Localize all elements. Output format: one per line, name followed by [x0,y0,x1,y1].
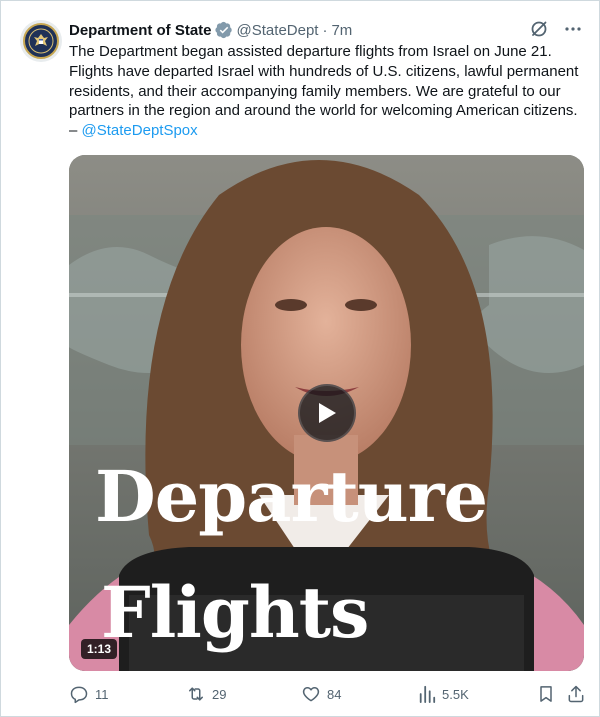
author-name[interactable]: Department of State [69,22,212,39]
more-options-icon[interactable] [563,19,583,39]
tweet-timestamp[interactable]: 7m [331,22,352,39]
view-count: 5.5K [442,686,469,702]
reply-icon [70,686,88,704]
verified-badge-icon[interactable] [214,21,233,39]
bookmark-button[interactable] [536,681,556,707]
video-player[interactable]: Departure Flights 1:13 [69,155,584,671]
analytics-icon [419,685,436,703]
video-overlay-title-line1: Departure [95,455,488,538]
video-overlay-title-line2: Flights [101,571,369,654]
share-icon [568,685,584,703]
repost-count: 29 [212,686,227,702]
grok-icon[interactable] [529,19,549,39]
reply-count: 11 [95,686,109,702]
views-button[interactable]: 5.5K [418,681,469,707]
author-avatar[interactable] [20,20,62,62]
tweet-actions: 11 29 84 5.5K [69,681,589,707]
tweet-header: Department of State @StateDept · 7m [69,20,352,40]
author-handle[interactable]: @StateDept [237,22,319,39]
tweet-card[interactable]: Department of State @StateDept · 7m The [0,0,600,717]
repost-button[interactable]: 29 [186,681,226,707]
share-button[interactable] [566,681,586,707]
tweet-text: The Department began assisted departure … [69,42,579,141]
tweet-top-actions [529,19,583,39]
heart-icon [302,687,320,702]
repost-icon [189,687,203,701]
like-button[interactable]: 84 [301,681,341,707]
play-button[interactable] [298,384,356,442]
bookmark-icon [540,686,552,702]
header-separator: · [322,21,328,39]
mention-link[interactable]: @StateDeptSpox [82,122,198,139]
like-count: 84 [327,686,342,702]
video-duration: 1:13 [81,639,118,659]
play-icon [319,403,336,423]
state-department-seal-icon [23,23,59,59]
reply-button[interactable]: 11 [69,681,109,707]
